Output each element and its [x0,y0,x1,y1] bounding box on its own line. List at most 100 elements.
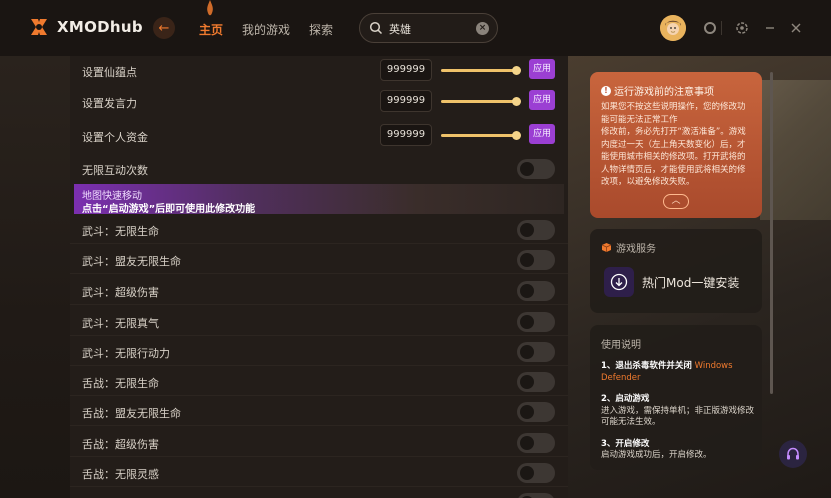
toggle-switch[interactable] [517,463,555,483]
option-label: 武斗：超级伤害 [82,286,159,299]
option-row-numeric: 设置仙蕴点 999999 应用 [70,56,568,86]
mod-install-button[interactable]: 热门Mod一键安装 [604,267,739,297]
notification-icon[interactable] [703,21,717,35]
mod-option-list[interactable]: 设置仙蕴点 999999 应用 设置发言力 999999 应用 设置个人资金 9… [70,56,568,498]
collapse-notice-button[interactable]: ︿ [663,194,689,209]
box-icon [601,243,612,252]
row-divider [70,304,568,305]
right-scrollbar[interactable] [770,72,773,394]
download-icon [604,267,634,297]
toggle-knob [520,284,534,298]
slider-fill [441,134,517,137]
option-label: 武斗：无限生命 [82,225,159,238]
slider-handle[interactable] [512,131,522,140]
guide-step-detail: 启动游戏成功后，开启修改。 [601,450,712,460]
toggle-switch[interactable] [517,159,555,179]
app-logo[interactable]: XMODhub [28,16,143,38]
tab-my-games[interactable]: 我的游戏 [242,21,290,38]
option-row-toggle: 舌战：超级伤害 [70,428,568,458]
option-row-numeric: 设置发言力 999999 应用 [70,87,568,117]
option-label: 武斗：盟友无限生命 [82,255,181,268]
row-divider [70,273,568,274]
back-button[interactable]: ← [153,17,175,39]
value-input[interactable]: 999999 [380,59,432,81]
apply-button[interactable]: 应用 [529,59,555,79]
tab-home[interactable]: 主页 [199,21,223,38]
toggle-knob [520,223,534,237]
guide-steps: 1、退出杀毒软件并关闭 Windows Defender 2、启动游戏 进入游戏… [601,361,757,470]
clear-search-icon[interactable]: × [476,22,489,35]
toggle-switch[interactable] [517,281,555,301]
row-divider [70,456,568,457]
toggle-switch-partial[interactable] [517,493,555,498]
tab-explore[interactable]: 探索 [309,21,333,38]
toggle-knob [520,162,534,176]
user-avatar[interactable] [660,15,686,41]
row-divider [70,425,568,426]
usage-guide-card: 使用说明 1、退出杀毒软件并关闭 Windows Defender 2、启动游戏… [590,325,762,470]
toggle-knob [520,253,534,267]
search-input[interactable]: 英雄 [389,21,411,37]
toggle-switch[interactable] [517,433,555,453]
option-row-numeric: 设置个人资金 999999 应用 [70,121,568,151]
value-input[interactable]: 999999 [380,124,432,146]
option-label: 无限互动次数 [82,164,148,177]
notice-title: 运行游戏前的注意事项 [614,87,714,98]
option-row-toggle: 无限互动次数 [70,154,568,184]
game-services-card: 游戏服务 热门Mod一键安装 [590,229,762,313]
slider-handle[interactable] [512,97,522,106]
option-label: 设置仙蕴点 [82,66,137,79]
slider-fill [441,100,517,103]
toggle-switch[interactable] [517,372,555,392]
toggle-knob [520,345,534,359]
notice-body: 如果您不按这些说明操作，您的修改功能可能无法正常工作 修改前，务必先打开“激活准… [601,102,746,187]
apply-button[interactable]: 应用 [529,124,555,144]
toggle-switch[interactable] [517,342,555,362]
value-slider[interactable] [441,97,522,106]
toggle-knob [520,315,534,329]
toggle-knob [520,466,534,480]
toggle-switch[interactable] [517,220,555,240]
support-button[interactable] [779,440,807,468]
option-row-toggle: 武斗：无限行动力 [70,337,568,367]
guide-step-title: 2、启动游戏 [601,394,650,404]
guide-step-detail: 进入游戏，需保持单机；非正版游戏修改可能无法生效。 [601,405,755,428]
toggle-knob [520,436,534,450]
search-icon [369,21,383,35]
value-slider[interactable] [441,131,522,140]
row-divider [70,335,568,336]
search-box[interactable]: 英雄 × [359,13,498,43]
option-label: 武斗：无限真气 [82,317,159,330]
app-name: XMODhub [57,18,143,36]
avatar-face-icon [660,15,686,41]
value-slider[interactable] [441,66,522,75]
top-bar: XMODhub ← 主页 我的游戏 探索 英雄 × [0,0,831,56]
guide-step: 2、启动游戏 进入游戏，需保持单机；非正版游戏修改可能无法生效。 [601,394,757,429]
option-row-toggle: 武斗：无限真气 [70,307,568,337]
row-divider [70,243,568,244]
option-label: 舌战：无限生命 [82,377,159,390]
apply-button[interactable]: 应用 [529,90,555,110]
toggle-knob [520,375,534,389]
close-icon[interactable] [789,21,803,35]
toggle-switch[interactable] [517,250,555,270]
services-header: 游戏服务 [601,240,656,255]
option-label: 舌战：无限灵感 [82,468,159,481]
toggle-switch[interactable] [517,312,555,332]
warning-icon: ! [601,85,611,96]
minimize-icon[interactable] [763,21,777,35]
toolbar-divider [721,21,722,35]
option-label: 武斗：无限行动力 [82,347,170,360]
settings-icon[interactable] [735,21,749,35]
toggle-switch[interactable] [517,402,555,422]
services-title: 游戏服务 [616,244,656,255]
option-label: 舌战：超级伤害 [82,438,159,451]
xmod-logo-icon [31,19,47,35]
option-row-toggle: 舌战：盟友无限生命 [70,397,568,427]
option-label: 舌战：盟友无限生命 [82,407,181,420]
mod-install-label: 热门Mod一键安装 [642,275,740,290]
value-input[interactable]: 999999 [380,90,432,112]
guide-step-title: 3、开启修改 [601,438,650,449]
slider-handle[interactable] [512,66,522,75]
row-divider [70,365,568,366]
